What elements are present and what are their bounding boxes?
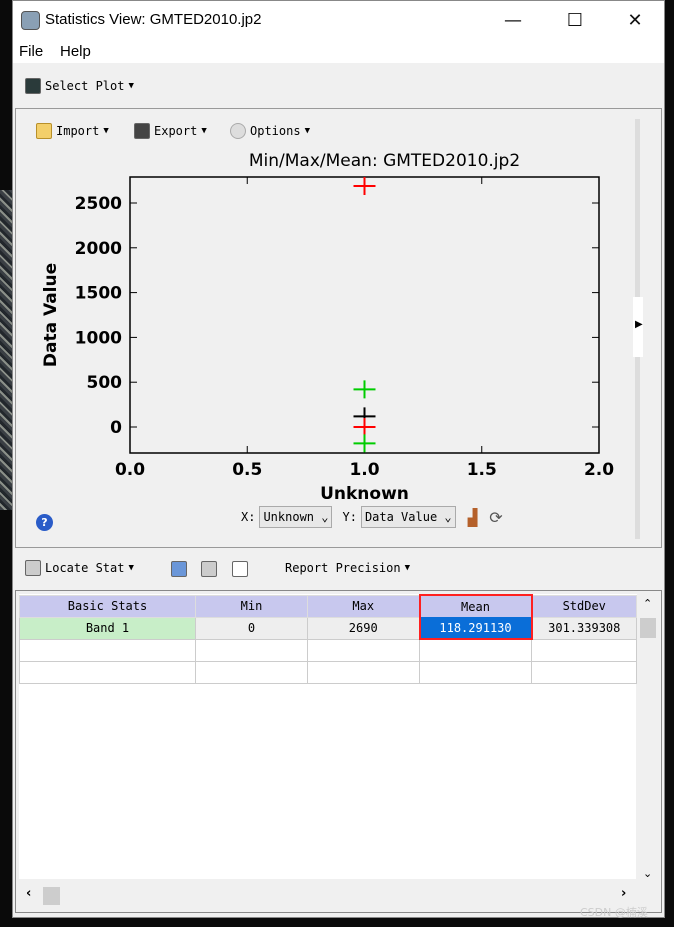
- refresh-icon[interactable]: ⟳: [489, 508, 502, 527]
- y-tick-label: 0: [110, 418, 122, 438]
- x-tick-label: 1.5: [467, 460, 497, 480]
- dropdown-arrow-icon: ▼: [404, 563, 411, 573]
- maximize-button[interactable]: ☐: [555, 7, 595, 35]
- cell-min[interactable]: 0: [195, 616, 308, 640]
- y-tick-label: 1000: [75, 328, 122, 348]
- copy-icon[interactable]: [232, 561, 248, 577]
- cell-band[interactable]: Band 1: [19, 616, 196, 640]
- scatter-chart: Min/Max/Mean: GMTED2010.jp2 Unknown Data V…: [41, 151, 614, 504]
- header-mean[interactable]: Mean: [418, 594, 533, 617]
- panel-expand-handle[interactable]: ▶: [633, 297, 643, 357]
- x-tick-label: 0.5: [232, 460, 262, 480]
- dropdown-arrow-icon: ▼: [201, 126, 207, 136]
- minimize-button[interactable]: —: [493, 7, 533, 35]
- locate-stat-button[interactable]: Locate Stat ▼: [25, 560, 134, 576]
- background-image: [0, 190, 12, 510]
- x-tick-label: 0.0: [115, 460, 145, 480]
- import-label: Import: [56, 124, 100, 138]
- calculator-icon: [25, 560, 41, 576]
- menu-bar: File Help: [13, 41, 664, 63]
- table-header-row: Basic Stats Min Max Mean StdDev: [19, 594, 637, 618]
- report-precision-label: Report Precision: [285, 561, 401, 575]
- menu-help[interactable]: Help: [60, 43, 91, 60]
- window-title: Statistics View: GMTED2010.jp2: [45, 11, 262, 28]
- x-axis-value: Unknown: [263, 510, 315, 524]
- chart-title: Min/Max/Mean: GMTED2010.jp2: [249, 151, 520, 171]
- app-icon: [21, 11, 40, 30]
- x-tick-label: 2.0: [584, 460, 614, 480]
- table-row-empty: [19, 660, 637, 684]
- options-label: Options: [250, 124, 301, 138]
- y-tick-label: 500: [87, 373, 123, 393]
- scroll-left-icon[interactable]: ‹: [26, 886, 31, 901]
- x-axis-title: Unknown: [320, 484, 409, 504]
- data-point-marker: [353, 380, 376, 399]
- y-axis-label: Y:: [342, 510, 357, 524]
- y-tick-label: 2000: [75, 239, 122, 259]
- vertical-scroll-thumb[interactable]: [640, 618, 656, 638]
- statistics-window: Statistics View: GMTED2010.jp2 — ☐ ✕ Fil…: [12, 0, 665, 918]
- scroll-down-icon[interactable]: ⌄: [643, 867, 652, 880]
- plot-icon: [25, 78, 41, 94]
- table-row: Band 1 0 2690 118.291130 301.339308: [19, 616, 637, 640]
- data-point-marker: [353, 176, 376, 195]
- menu-file[interactable]: File: [19, 43, 43, 60]
- dropdown-arrow-icon: ▼: [128, 563, 134, 573]
- scroll-right-icon[interactable]: ›: [621, 886, 626, 901]
- horizontal-scroll-thumb[interactable]: [43, 887, 60, 905]
- dropdown-arrow-icon: ▼: [103, 126, 109, 136]
- help-icon[interactable]: ?: [36, 514, 53, 531]
- y-axis-value: Data Value: [364, 510, 438, 524]
- stairs-icon[interactable]: ▟: [468, 508, 478, 527]
- close-button[interactable]: ✕: [615, 7, 655, 35]
- header-basic-stats[interactable]: Basic Stats: [19, 594, 196, 618]
- gear-icon: [230, 123, 246, 139]
- table-row-empty: [19, 638, 637, 662]
- y-tick-label: 2500: [75, 194, 122, 214]
- header-stddev[interactable]: StdDev: [531, 594, 637, 618]
- table-empty-area: [19, 661, 636, 879]
- y-tick-label: 1500: [75, 284, 122, 304]
- plot-panel: Import ▼ Export ▼ Options ▼ Min/Max/Mean: G…: [15, 108, 662, 548]
- stats-table: Basic Stats Min Max Mean StdDev Band 1 0…: [19, 594, 637, 684]
- report-precision-button[interactable]: Report Precision ▼: [285, 561, 410, 575]
- cell-mean-selected[interactable]: 118.291130: [418, 617, 533, 640]
- watermark: CSDN @楠溪: [580, 906, 648, 919]
- header-min[interactable]: Min: [195, 594, 308, 618]
- options-button[interactable]: Options ▼: [230, 123, 310, 139]
- x-axis-select[interactable]: Unknown ⌄: [259, 506, 333, 528]
- axis-controls: X: Unknown ⌄ Y: Data Value ⌄ ▟ ⟳: [241, 506, 503, 528]
- cell-stddev[interactable]: 301.339308: [531, 616, 637, 640]
- y-axis-select[interactable]: Data Value ⌄: [360, 506, 456, 528]
- dropdown-arrow-icon: ▼: [128, 81, 134, 91]
- title-bar: Statistics View: GMTED2010.jp2 — ☐ ✕: [13, 1, 664, 41]
- data-point-marker: [353, 418, 376, 437]
- y-axis-title: Data Value: [41, 263, 61, 367]
- export-button[interactable]: Export ▼: [134, 123, 207, 139]
- grid-view-icon[interactable]: [201, 561, 217, 577]
- locate-stat-label: Locate Stat: [45, 561, 125, 575]
- scroll-up-icon[interactable]: ⌃: [643, 597, 652, 610]
- import-button[interactable]: Import ▼: [36, 123, 109, 139]
- export-label: Export: [154, 124, 198, 138]
- select-plot-button[interactable]: Select Plot ▼: [25, 78, 134, 94]
- folder-icon: [36, 123, 52, 139]
- stats-table-container: Basic Stats Min Max Mean StdDev Band 1 0…: [15, 590, 662, 913]
- x-tick-label: 1.0: [349, 460, 379, 480]
- header-max[interactable]: Max: [307, 594, 420, 618]
- cell-max[interactable]: 2690: [307, 616, 420, 640]
- table-view-icon[interactable]: [171, 561, 187, 577]
- data-point-marker: [353, 434, 376, 453]
- select-plot-label: Select Plot: [45, 79, 125, 93]
- save-icon: [134, 123, 150, 139]
- dropdown-arrow-icon: ▼: [304, 126, 310, 136]
- x-axis-label: X:: [241, 510, 256, 524]
